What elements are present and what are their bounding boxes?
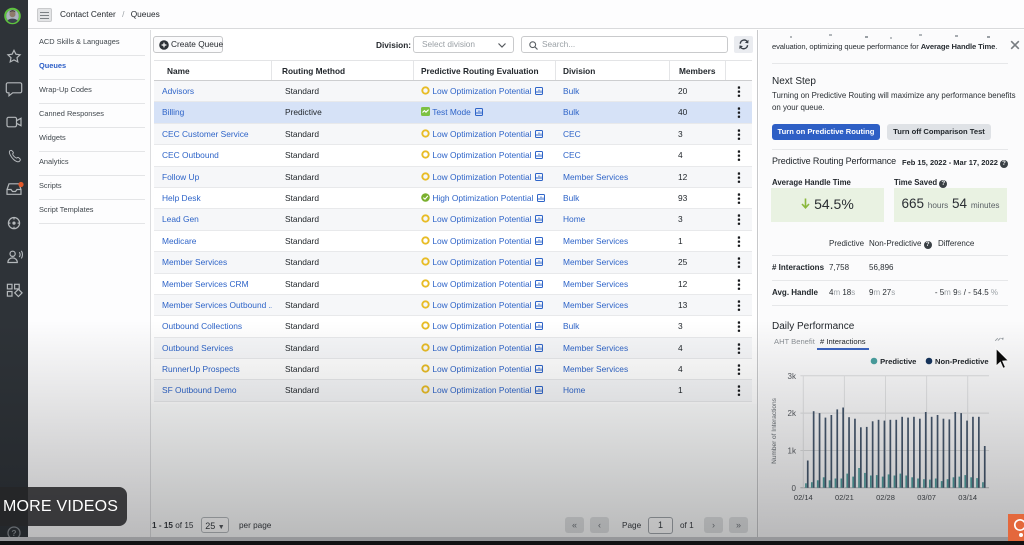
svg-text:1k: 1k <box>788 446 797 455</box>
svg-text:2k: 2k <box>788 409 797 418</box>
svg-text:02/21: 02/21 <box>835 493 854 502</box>
svg-text:Number of Interactions: Number of Interactions <box>771 397 778 464</box>
svg-text:03/07: 03/07 <box>917 493 936 502</box>
svg-text:02/14: 02/14 <box>794 493 813 502</box>
svg-text:03/14: 03/14 <box>958 493 977 502</box>
svg-text:3k: 3k <box>788 372 797 381</box>
svg-text:02/28: 02/28 <box>876 493 895 502</box>
svg-text:0: 0 <box>792 484 797 493</box>
